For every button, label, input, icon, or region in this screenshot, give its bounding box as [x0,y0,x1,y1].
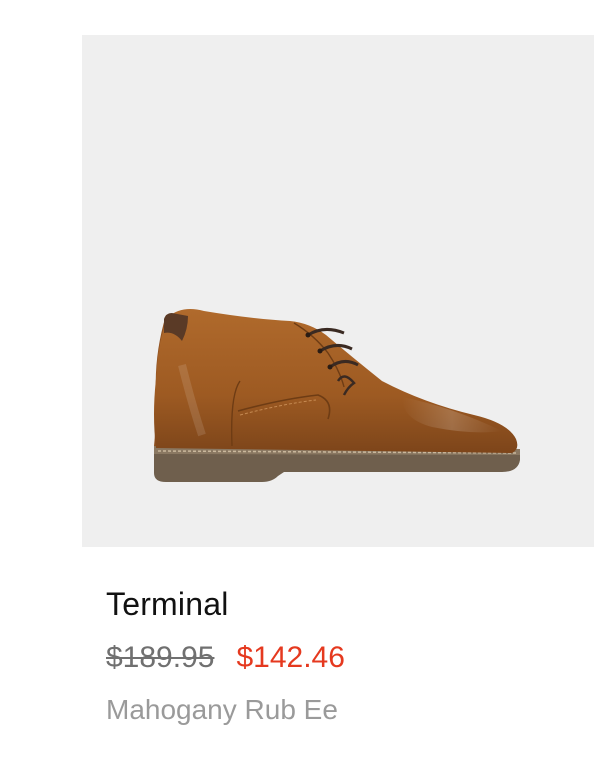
product-color-name: Mahogany Rub Ee [106,694,338,725]
original-price: $189.95 [106,641,215,674]
product-image[interactable] [82,35,594,547]
product-card[interactable]: Terminal $189.95 $142.46 Mahogany Rub Ee [0,0,600,762]
product-title[interactable]: Terminal [106,584,229,624]
sale-price: $142.46 [236,641,345,674]
chukka-boot-image [154,309,520,482]
price-row: $189.95 $142.46 [106,638,345,678]
